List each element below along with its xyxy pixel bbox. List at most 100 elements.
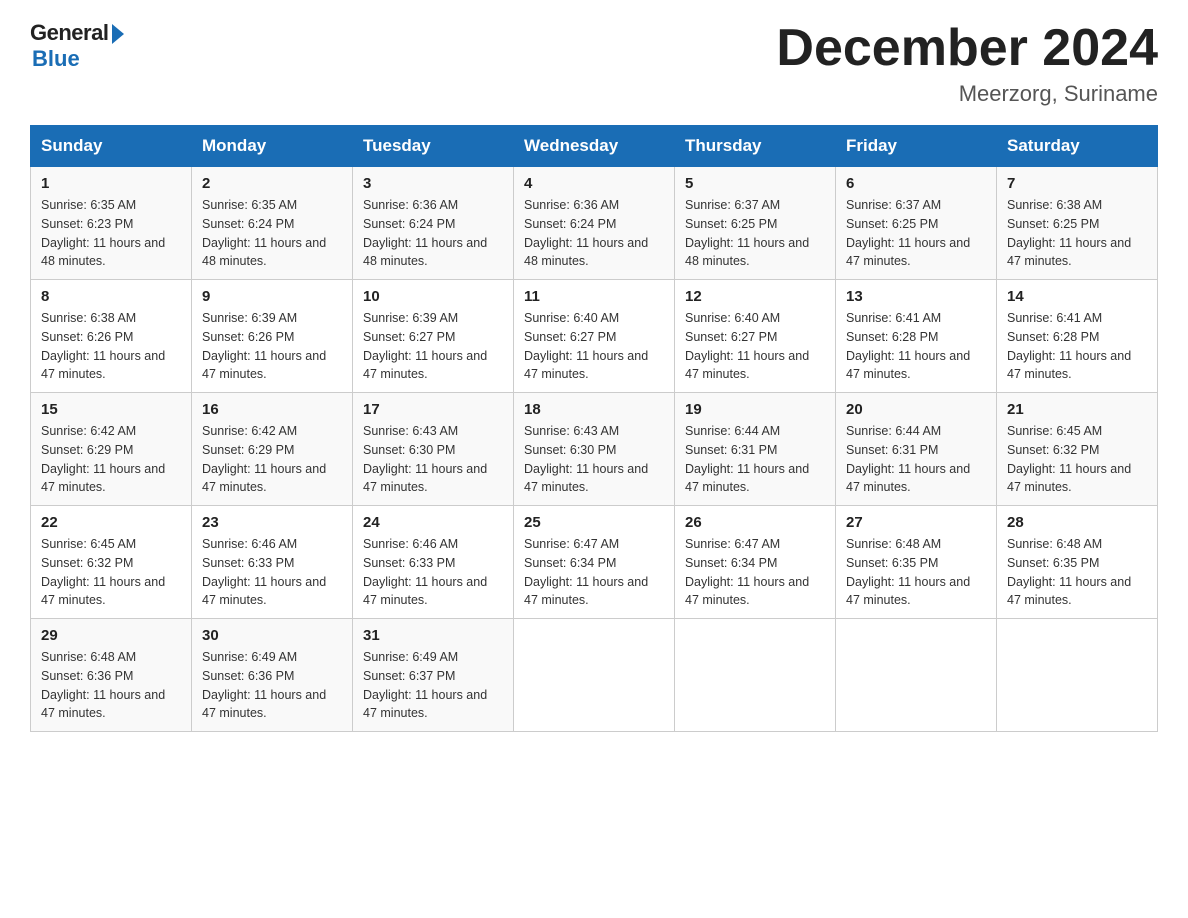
calendar-day-10: 10 Sunrise: 6:39 AMSunset: 6:27 PMDaylig… xyxy=(353,280,514,393)
calendar-day-25: 25 Sunrise: 6:47 AMSunset: 6:34 PMDaylig… xyxy=(514,506,675,619)
day-info: Sunrise: 6:41 AMSunset: 6:28 PMDaylight:… xyxy=(846,309,986,384)
day-info: Sunrise: 6:36 AMSunset: 6:24 PMDaylight:… xyxy=(524,196,664,271)
title-area: December 2024 Meerzorg, Suriname xyxy=(776,20,1158,107)
day-info: Sunrise: 6:44 AMSunset: 6:31 PMDaylight:… xyxy=(846,422,986,497)
day-number: 28 xyxy=(1007,514,1147,531)
calendar-day-23: 23 Sunrise: 6:46 AMSunset: 6:33 PMDaylig… xyxy=(192,506,353,619)
calendar-day-8: 8 Sunrise: 6:38 AMSunset: 6:26 PMDayligh… xyxy=(31,280,192,393)
calendar-week-5: 29 Sunrise: 6:48 AMSunset: 6:36 PMDaylig… xyxy=(31,619,1158,732)
day-info: Sunrise: 6:38 AMSunset: 6:26 PMDaylight:… xyxy=(41,309,181,384)
day-info: Sunrise: 6:49 AMSunset: 6:37 PMDaylight:… xyxy=(363,648,503,723)
calendar-day-1: 1 Sunrise: 6:35 AMSunset: 6:23 PMDayligh… xyxy=(31,167,192,280)
month-title: December 2024 xyxy=(776,20,1158,77)
day-number: 31 xyxy=(363,627,503,644)
header-wednesday: Wednesday xyxy=(514,126,675,167)
day-number: 7 xyxy=(1007,175,1147,192)
day-info: Sunrise: 6:37 AMSunset: 6:25 PMDaylight:… xyxy=(685,196,825,271)
day-number: 8 xyxy=(41,288,181,305)
header-tuesday: Tuesday xyxy=(353,126,514,167)
day-number: 14 xyxy=(1007,288,1147,305)
day-number: 4 xyxy=(524,175,664,192)
calendar-day-14: 14 Sunrise: 6:41 AMSunset: 6:28 PMDaylig… xyxy=(997,280,1158,393)
day-info: Sunrise: 6:46 AMSunset: 6:33 PMDaylight:… xyxy=(202,535,342,610)
day-info: Sunrise: 6:45 AMSunset: 6:32 PMDaylight:… xyxy=(1007,422,1147,497)
calendar-day-31: 31 Sunrise: 6:49 AMSunset: 6:37 PMDaylig… xyxy=(353,619,514,732)
calendar-day-24: 24 Sunrise: 6:46 AMSunset: 6:33 PMDaylig… xyxy=(353,506,514,619)
day-info: Sunrise: 6:41 AMSunset: 6:28 PMDaylight:… xyxy=(1007,309,1147,384)
calendar-table: SundayMondayTuesdayWednesdayThursdayFrid… xyxy=(30,125,1158,732)
calendar-day-12: 12 Sunrise: 6:40 AMSunset: 6:27 PMDaylig… xyxy=(675,280,836,393)
calendar-week-3: 15 Sunrise: 6:42 AMSunset: 6:29 PMDaylig… xyxy=(31,393,1158,506)
logo: General Blue xyxy=(30,20,124,72)
day-info: Sunrise: 6:36 AMSunset: 6:24 PMDaylight:… xyxy=(363,196,503,271)
day-info: Sunrise: 6:35 AMSunset: 6:23 PMDaylight:… xyxy=(41,196,181,271)
day-info: Sunrise: 6:38 AMSunset: 6:25 PMDaylight:… xyxy=(1007,196,1147,271)
calendar-day-20: 20 Sunrise: 6:44 AMSunset: 6:31 PMDaylig… xyxy=(836,393,997,506)
day-number: 18 xyxy=(524,401,664,418)
day-number: 5 xyxy=(685,175,825,192)
day-info: Sunrise: 6:48 AMSunset: 6:36 PMDaylight:… xyxy=(41,648,181,723)
day-info: Sunrise: 6:37 AMSunset: 6:25 PMDaylight:… xyxy=(846,196,986,271)
header-saturday: Saturday xyxy=(997,126,1158,167)
calendar-day-6: 6 Sunrise: 6:37 AMSunset: 6:25 PMDayligh… xyxy=(836,167,997,280)
calendar-day-15: 15 Sunrise: 6:42 AMSunset: 6:29 PMDaylig… xyxy=(31,393,192,506)
day-number: 9 xyxy=(202,288,342,305)
day-info: Sunrise: 6:43 AMSunset: 6:30 PMDaylight:… xyxy=(363,422,503,497)
day-number: 11 xyxy=(524,288,664,305)
day-info: Sunrise: 6:39 AMSunset: 6:26 PMDaylight:… xyxy=(202,309,342,384)
empty-cell xyxy=(675,619,836,732)
day-number: 30 xyxy=(202,627,342,644)
day-number: 17 xyxy=(363,401,503,418)
calendar-day-13: 13 Sunrise: 6:41 AMSunset: 6:28 PMDaylig… xyxy=(836,280,997,393)
day-number: 3 xyxy=(363,175,503,192)
calendar-day-9: 9 Sunrise: 6:39 AMSunset: 6:26 PMDayligh… xyxy=(192,280,353,393)
empty-cell xyxy=(514,619,675,732)
day-number: 21 xyxy=(1007,401,1147,418)
calendar-day-29: 29 Sunrise: 6:48 AMSunset: 6:36 PMDaylig… xyxy=(31,619,192,732)
calendar-week-2: 8 Sunrise: 6:38 AMSunset: 6:26 PMDayligh… xyxy=(31,280,1158,393)
calendar-day-11: 11 Sunrise: 6:40 AMSunset: 6:27 PMDaylig… xyxy=(514,280,675,393)
day-number: 1 xyxy=(41,175,181,192)
day-number: 13 xyxy=(846,288,986,305)
logo-blue-text: Blue xyxy=(32,46,80,72)
page-header: General Blue December 2024 Meerzorg, Sur… xyxy=(30,20,1158,107)
calendar-day-21: 21 Sunrise: 6:45 AMSunset: 6:32 PMDaylig… xyxy=(997,393,1158,506)
day-number: 2 xyxy=(202,175,342,192)
empty-cell xyxy=(997,619,1158,732)
calendar-day-22: 22 Sunrise: 6:45 AMSunset: 6:32 PMDaylig… xyxy=(31,506,192,619)
location: Meerzorg, Suriname xyxy=(776,81,1158,107)
calendar-week-1: 1 Sunrise: 6:35 AMSunset: 6:23 PMDayligh… xyxy=(31,167,1158,280)
day-number: 15 xyxy=(41,401,181,418)
calendar-day-5: 5 Sunrise: 6:37 AMSunset: 6:25 PMDayligh… xyxy=(675,167,836,280)
calendar-day-18: 18 Sunrise: 6:43 AMSunset: 6:30 PMDaylig… xyxy=(514,393,675,506)
logo-arrow-icon xyxy=(112,24,124,44)
day-number: 22 xyxy=(41,514,181,531)
calendar-day-19: 19 Sunrise: 6:44 AMSunset: 6:31 PMDaylig… xyxy=(675,393,836,506)
calendar-day-17: 17 Sunrise: 6:43 AMSunset: 6:30 PMDaylig… xyxy=(353,393,514,506)
day-number: 24 xyxy=(363,514,503,531)
logo-general-text: General xyxy=(30,20,108,46)
calendar-day-16: 16 Sunrise: 6:42 AMSunset: 6:29 PMDaylig… xyxy=(192,393,353,506)
day-info: Sunrise: 6:45 AMSunset: 6:32 PMDaylight:… xyxy=(41,535,181,610)
header-thursday: Thursday xyxy=(675,126,836,167)
calendar-day-26: 26 Sunrise: 6:47 AMSunset: 6:34 PMDaylig… xyxy=(675,506,836,619)
day-info: Sunrise: 6:44 AMSunset: 6:31 PMDaylight:… xyxy=(685,422,825,497)
day-number: 23 xyxy=(202,514,342,531)
day-info: Sunrise: 6:46 AMSunset: 6:33 PMDaylight:… xyxy=(363,535,503,610)
calendar-day-30: 30 Sunrise: 6:49 AMSunset: 6:36 PMDaylig… xyxy=(192,619,353,732)
day-number: 10 xyxy=(363,288,503,305)
day-info: Sunrise: 6:48 AMSunset: 6:35 PMDaylight:… xyxy=(1007,535,1147,610)
day-info: Sunrise: 6:49 AMSunset: 6:36 PMDaylight:… xyxy=(202,648,342,723)
empty-cell xyxy=(836,619,997,732)
calendar-day-7: 7 Sunrise: 6:38 AMSunset: 6:25 PMDayligh… xyxy=(997,167,1158,280)
day-info: Sunrise: 6:42 AMSunset: 6:29 PMDaylight:… xyxy=(41,422,181,497)
day-number: 16 xyxy=(202,401,342,418)
header-friday: Friday xyxy=(836,126,997,167)
day-number: 29 xyxy=(41,627,181,644)
day-number: 19 xyxy=(685,401,825,418)
day-number: 27 xyxy=(846,514,986,531)
day-info: Sunrise: 6:40 AMSunset: 6:27 PMDaylight:… xyxy=(524,309,664,384)
day-info: Sunrise: 6:48 AMSunset: 6:35 PMDaylight:… xyxy=(846,535,986,610)
calendar-day-28: 28 Sunrise: 6:48 AMSunset: 6:35 PMDaylig… xyxy=(997,506,1158,619)
header-monday: Monday xyxy=(192,126,353,167)
